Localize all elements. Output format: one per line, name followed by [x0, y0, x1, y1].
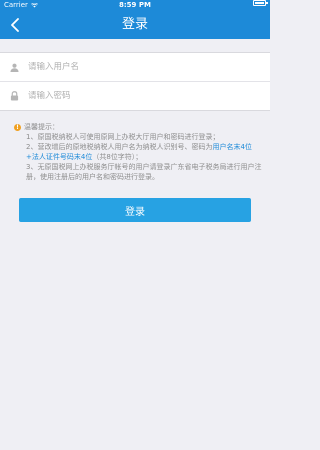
tip-line-1: 1、原国税纳税人可使用原网上办税大厅用户和密码进行登录；: [26, 133, 220, 141]
tips-header: ! 温馨提示：: [14, 122, 264, 132]
tips-section: ! 温馨提示： 1、原国税纳税人可使用原网上办税大厅用户和密码进行登录； 2、营…: [14, 122, 264, 182]
battery-area: [251, 0, 268, 6]
login-button[interactable]: 登录: [19, 198, 251, 222]
battery-fill: [255, 2, 264, 4]
password-input[interactable]: [28, 91, 248, 101]
warning-icon: !: [14, 123, 21, 131]
status-time: 8:59 PM: [119, 1, 151, 9]
page-title: 登录: [121, 17, 148, 32]
status-bar: Carrier 8:59 PM: [0, 0, 270, 11]
username-input[interactable]: [28, 62, 248, 72]
tip-line-2: 2、营改增后的原地税纳税人用户名为纳税人识别号、密码为用户名末4位+法人证件号码…: [14, 142, 264, 162]
tips-title: 温馨提示：: [24, 123, 59, 131]
battery-icon: [253, 0, 268, 6]
tip-line-2c: （共8位字符）；: [92, 153, 143, 161]
lock-icon: [0, 91, 28, 101]
tip-line-3: 3、无原国税网上办税服务厅帐号的用户请登录广东省电子税务局进行用户注册，使用注册…: [26, 163, 262, 181]
nav-bar: 登录: [0, 11, 270, 39]
username-row: [0, 53, 270, 81]
password-row: [0, 81, 270, 110]
tip-line-2a: 2、营改增后的原地税纳税人用户名为纳税人识别号、密码为: [26, 143, 213, 151]
login-form: [0, 52, 270, 111]
user-icon: [0, 63, 28, 72]
